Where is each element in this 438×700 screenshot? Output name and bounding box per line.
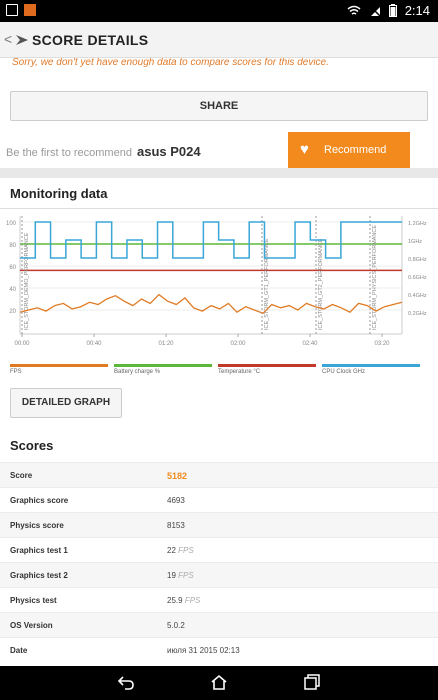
table-row: Graphics score 4693 <box>0 487 438 512</box>
3dmark-logo-icon <box>16 35 28 45</box>
recommend-button[interactable]: ♥ Recommend <box>288 132 410 168</box>
y-tick-label: 60 <box>9 265 16 271</box>
score-label: Graphics test 2 <box>10 571 68 580</box>
y-tick-label: 20 <box>9 309 16 315</box>
score-value: июля 31 2015 02:13 <box>167 646 240 655</box>
monitoring-card: Monitoring data 100 80 60 40 20 1.2GHz 1GHz 0.8… <box>0 178 438 666</box>
scroll-content[interactable]: Sorry, we don't yet have enough data to … <box>0 58 438 666</box>
cpu-clock-line <box>20 221 402 259</box>
table-row: OS Version 5.0.2 <box>0 612 438 637</box>
recommend-card: Be the first to recommend asus P024 ♥ Re… <box>0 132 438 168</box>
score-value: 5.0.2 <box>167 621 185 630</box>
score-label: Graphics score <box>10 496 69 505</box>
legend-label: Battery charge % <box>114 369 161 375</box>
legend-item: Battery charge % <box>114 364 212 375</box>
gallery-icon <box>6 4 18 16</box>
x-tick-label: 00:00 <box>14 341 30 347</box>
legend-item: CPU Clock GHz <box>322 364 420 375</box>
score-value: 5182 <box>167 471 188 481</box>
table-row: Graphics test 1 22 FPS <box>0 537 438 562</box>
home-icon[interactable] <box>210 674 228 690</box>
legend-label: FPS <box>10 369 22 375</box>
recents-icon[interactable] <box>303 674 321 690</box>
battery-icon <box>388 4 397 17</box>
test-marker-label: ICE_STORM_PHYSICS_PERFORMANCE <box>372 225 378 330</box>
test-marker-label: ICE_STORM_GT2_PERFORMANCE <box>318 238 324 330</box>
score-unit: FPS <box>182 596 201 605</box>
recommend-prompt-text: Be the first to recommend <box>6 147 132 159</box>
heart-icon: ♥ <box>300 141 309 158</box>
recommend-prompt: Be the first to recommend asus P024 <box>6 144 201 159</box>
no-data-notice: Sorry, we don't yet have enough data to … <box>0 58 438 72</box>
clock: 2:14 <box>404 3 430 18</box>
scores-table: Score 5182 Graphics score 4693 Physics score… <box>0 462 438 662</box>
x-tick-label: 01:20 <box>158 341 174 347</box>
score-value: 25.9 FPS <box>167 596 201 605</box>
scores-title: Scores <box>10 438 54 453</box>
table-row: Physics test 25.9 FPS <box>0 587 438 612</box>
y2-tick-label: 0.6GHz <box>408 275 427 281</box>
monitoring-chart[interactable]: 100 80 60 40 20 1.2GHz 1GHz 0.8GHz 0.6GHz 0.4GHz 0… <box>0 212 438 362</box>
test-marker-label: ICE_STORM_DEMO_PERFORMANCE <box>24 232 30 330</box>
legend-label: Temperature °C <box>218 369 261 375</box>
score-label: Physics test <box>10 596 57 605</box>
app-notification-icon <box>24 4 36 16</box>
legend-label: CPU Clock GHz <box>322 369 366 375</box>
back-icon[interactable] <box>117 674 135 690</box>
page-title: SCORE DETAILS <box>32 32 149 48</box>
y2-tick-label: 1.2GHz <box>408 221 427 227</box>
score-label: Physics score <box>10 521 64 530</box>
x-tick-label: 02:00 <box>230 341 246 347</box>
score-unit: FPS <box>175 571 194 580</box>
table-row: Date июля 31 2015 02:13 <box>0 637 438 662</box>
share-card: SHARE <box>0 72 438 136</box>
score-label: Date <box>10 646 28 655</box>
y2-tick-label: 0.8GHz <box>408 257 427 263</box>
monitoring-title: Monitoring data <box>10 186 108 201</box>
y-tick-label: 80 <box>9 243 16 249</box>
legend-item: Temperature °C <box>218 364 316 375</box>
y2-tick-label: 0.4GHz <box>408 293 427 299</box>
score-label: Score <box>10 471 33 480</box>
detailed-graph-button[interactable]: DETAILED GRAPH <box>10 388 122 418</box>
score-value: 8153 <box>167 521 185 530</box>
x-tick-label: 02:40 <box>302 341 318 347</box>
nav-bar <box>0 666 438 700</box>
legend-swatch <box>10 364 108 367</box>
score-value: 19 FPS <box>167 571 194 580</box>
y2-tick-label: 1GHz <box>408 239 422 245</box>
app-bar: < SCORE DETAILS <box>0 22 438 58</box>
divider <box>0 208 438 209</box>
device-name: asus P024 <box>137 144 201 159</box>
y-tick-label: 100 <box>6 221 17 227</box>
wifi-icon <box>347 5 361 15</box>
y-tick-label: 40 <box>9 287 16 293</box>
score-label: OS Version <box>10 621 53 630</box>
score-unit: FPS <box>175 546 194 555</box>
status-bar: 2:14 <box>0 0 438 22</box>
recommend-button-label: Recommend <box>324 144 387 156</box>
score-label: Graphics test 1 <box>10 546 68 555</box>
legend-swatch <box>218 364 316 367</box>
chart-legend: FPS Battery charge % Temperature °C CPU Clo… <box>10 364 428 378</box>
legend-swatch <box>322 364 420 367</box>
table-row: Physics score 8153 <box>0 512 438 537</box>
score-value: 22 FPS <box>167 546 194 555</box>
y2-tick-label: 0.2GHz <box>408 311 427 317</box>
x-tick-label: 00:40 <box>86 341 102 347</box>
share-button[interactable]: SHARE <box>10 91 428 121</box>
table-row: Score 5182 <box>0 462 438 487</box>
table-row: Graphics test 2 19 FPS <box>0 562 438 587</box>
no-sim-icon <box>369 4 381 17</box>
score-value: 4693 <box>167 496 185 505</box>
legend-swatch <box>114 364 212 367</box>
x-tick-label: 03:20 <box>374 341 390 347</box>
legend-item: FPS <box>10 364 108 375</box>
back-chevron-icon[interactable]: < <box>4 31 12 47</box>
